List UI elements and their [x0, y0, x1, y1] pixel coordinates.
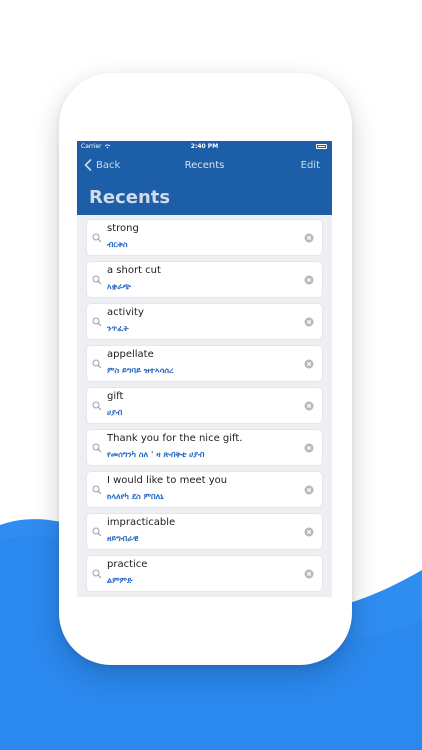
english-word: impracticable: [107, 517, 176, 528]
amharic-translation: አቋራጭ: [107, 282, 131, 291]
clear-icon[interactable]: [304, 569, 314, 579]
list-item[interactable]: practice ልምምድ: [86, 555, 323, 592]
search-icon: [92, 401, 102, 411]
edit-button[interactable]: Edit: [301, 160, 320, 171]
list-item[interactable]: I would like to meet you ክላለየካ ደስ ምበለኒ: [86, 471, 323, 508]
english-word: appellate: [107, 349, 154, 360]
amharic-translation: ክላለየካ ደስ ምበለኒ: [107, 492, 164, 501]
navigation-bar: Back Recents Edit Recents: [77, 153, 332, 215]
list-item[interactable]: impracticable ዘይግብራዊ: [86, 513, 323, 550]
clear-icon[interactable]: [304, 485, 314, 495]
list-item[interactable]: Thank you for the nice gift. የመሰግንካ ስለ '…: [86, 429, 323, 466]
list-item[interactable]: gift ሀያብ: [86, 387, 323, 424]
clear-icon[interactable]: [304, 317, 314, 327]
amharic-translation: ምስ ይግባይ ዝተኣሳሰረ: [107, 366, 174, 375]
recents-list: strong ብርቱስ a short cut አቋራጭ activity ንጥ…: [77, 215, 332, 592]
amharic-translation: ሀያብ: [107, 408, 123, 417]
list-item[interactable]: activity ንጥፈት: [86, 303, 323, 340]
english-word: Thank you for the nice gift.: [107, 433, 243, 444]
search-icon: [92, 527, 102, 537]
amharic-translation: ዘይግብራዊ: [107, 534, 139, 543]
english-word: practice: [107, 559, 148, 570]
search-icon: [92, 233, 102, 243]
amharic-translation: ንጥፈት: [107, 324, 129, 333]
clear-icon[interactable]: [304, 359, 314, 369]
battery-icon: [316, 144, 327, 149]
english-word: a short cut: [107, 265, 161, 276]
page-title: Recents: [89, 187, 171, 208]
search-icon: [92, 569, 102, 579]
search-icon: [92, 317, 102, 327]
app-screen: Carrier 2:40 PM Back Recents Edit Recent…: [77, 141, 332, 597]
status-bar: Carrier 2:40 PM: [77, 141, 332, 153]
english-word: strong: [107, 223, 139, 234]
list-item[interactable]: a short cut አቋራጭ: [86, 261, 323, 298]
clear-icon[interactable]: [304, 527, 314, 537]
amharic-translation: የመሰግንካ ስለ ' ዛ ጽብቅቲ ሀያብ: [107, 450, 205, 459]
english-word: activity: [107, 307, 144, 318]
list-item[interactable]: strong ብርቱስ: [86, 219, 323, 256]
clear-icon[interactable]: [304, 443, 314, 453]
clear-icon[interactable]: [304, 401, 314, 411]
nav-title: Recents: [184, 160, 225, 171]
search-icon: [92, 443, 102, 453]
search-icon: [92, 485, 102, 495]
status-time: 2:40 PM: [190, 143, 219, 150]
clear-icon[interactable]: [304, 275, 314, 285]
english-word: I would like to meet you: [107, 475, 228, 486]
amharic-translation: ብርቱስ: [107, 240, 128, 249]
search-icon: [92, 275, 102, 285]
english-word: gift: [107, 391, 124, 402]
amharic-translation: ልምምድ: [107, 576, 133, 585]
list-item[interactable]: appellate ምስ ይግባይ ዝተኣሳሰረ: [86, 345, 323, 382]
clear-icon[interactable]: [304, 233, 314, 243]
search-icon: [92, 359, 102, 369]
